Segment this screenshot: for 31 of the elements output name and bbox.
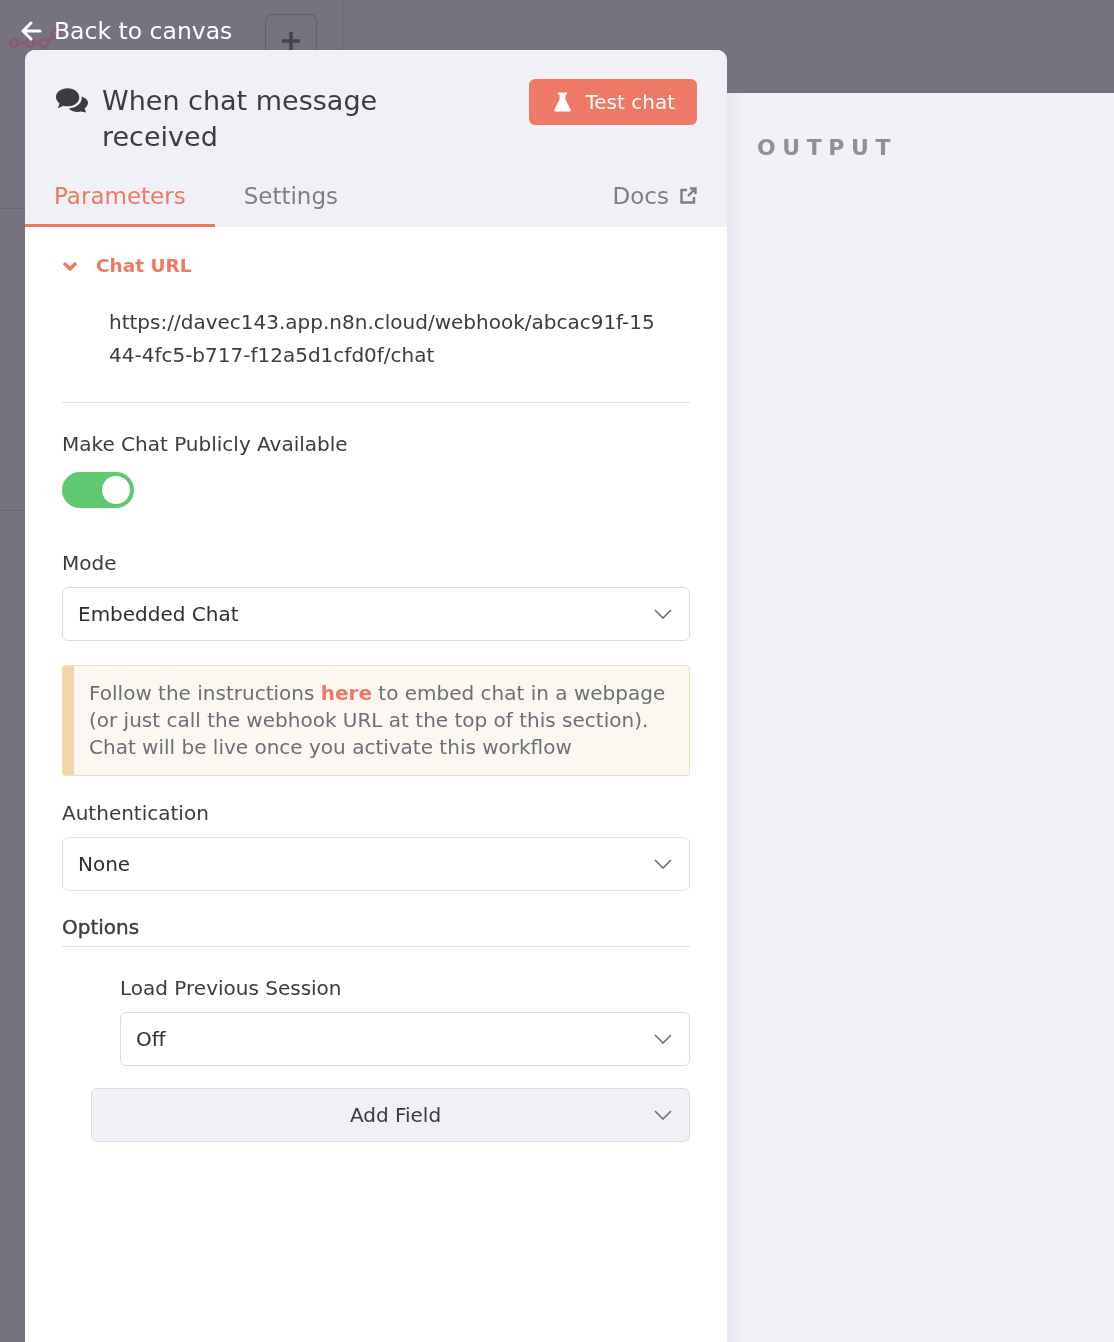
- tab[interactable]: Parameters: [25, 169, 215, 227]
- field-label: Make Chat Publicly Available: [62, 431, 348, 457]
- external-link-icon: [679, 187, 697, 205]
- docs-link[interactable]: Docs: [612, 181, 697, 227]
- toggle-switch[interactable]: [62, 472, 134, 508]
- notice-text: Follow the instructions here to embed chat in a webpage (or just call the webhook URL at the top of this section). Chat will be live once you activate this workflow: [89, 680, 667, 761]
- chevron-down-icon: [654, 1110, 672, 1120]
- field-label: Authentication: [62, 800, 209, 826]
- node-title: When chat message received: [102, 84, 379, 154]
- dropdown-field[interactable]: Embedded Chat: [62, 587, 690, 641]
- dropdown-field[interactable]: None: [62, 837, 690, 891]
- field-label: Mode: [62, 550, 117, 576]
- test-chat-button[interactable]: Test chat: [529, 79, 697, 125]
- chat-url-toggle[interactable]: Chat URL: [62, 253, 192, 279]
- plus-icon: [281, 31, 301, 51]
- dropdown-field[interactable]: Off: [120, 1012, 690, 1066]
- tab[interactable]: Settings: [214, 169, 367, 227]
- arrow-left-icon: [20, 21, 42, 41]
- field-label: Load Previous Session: [120, 975, 342, 1001]
- chat-url-text: https://davec143.app.n8n.cloud/webhook/abcac91f-1544-4fc5-b717-f12a5d1cfd0f/chat: [108, 309, 656, 369]
- flask-icon: [554, 92, 572, 112]
- chevron-down-icon: [654, 1034, 672, 1044]
- section-label: Options: [62, 914, 140, 940]
- chevron-down-icon: [62, 260, 78, 272]
- back-to-canvas-link[interactable]: Back to canvas: [20, 14, 233, 48]
- chevron-down-icon: [654, 859, 672, 869]
- chat-bubbles-icon: [55, 87, 88, 113]
- instructions-link[interactable]: here: [320, 681, 372, 705]
- output-title: OUTPUT: [757, 134, 898, 162]
- add-field-button[interactable]: Add Field: [91, 1088, 690, 1142]
- chevron-down-icon: [654, 609, 672, 619]
